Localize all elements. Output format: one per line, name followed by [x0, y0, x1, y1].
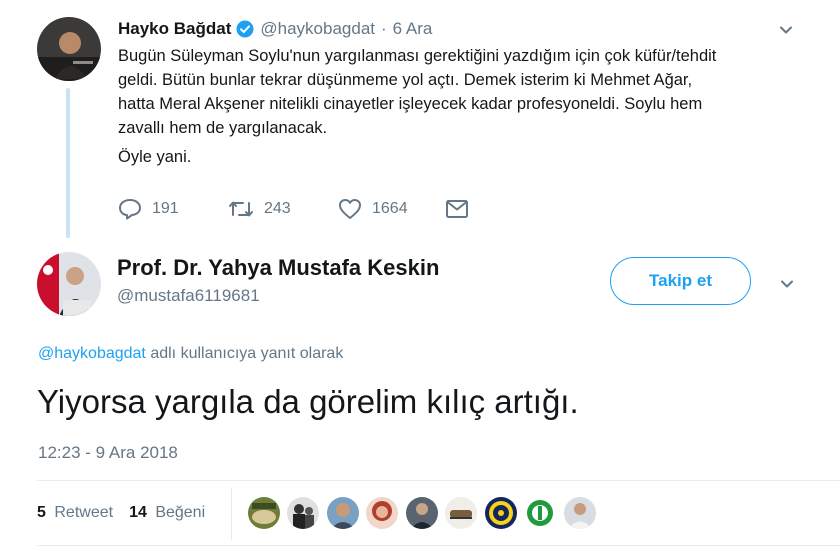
stats-divider: [231, 488, 232, 540]
like-stat-count: 14: [129, 504, 147, 521]
reply-count: 191: [152, 200, 179, 217]
parent-tweet-line: hatta Meral Akşener nitelikli cinayetler…: [118, 95, 703, 113]
follow-button[interactable]: Takip et: [610, 257, 751, 305]
liker-avatar[interactable]: [406, 497, 438, 529]
reply-action[interactable]: 191: [118, 198, 179, 220]
like-stat[interactable]: 14 Beğeni: [129, 504, 205, 522]
reply-author-avatar[interactable]: [37, 252, 101, 316]
tweet-stats: 5 Retweet 14 Beğeni: [37, 504, 205, 522]
liker-avatar[interactable]: [248, 497, 280, 529]
dm-action[interactable]: [445, 198, 469, 220]
retweet-stat-label: Retweet: [54, 504, 114, 521]
retweet-icon: [229, 201, 253, 217]
parent-tweet-date[interactable]: 6 Ara: [393, 19, 433, 39]
parent-tweet-line: geldi. Bütün bunlar tekrar düşünmeme yol…: [118, 71, 693, 89]
parent-author-avatar[interactable]: [37, 17, 101, 81]
replying-to-label: adlı kullanıcıya yanıt olarak: [145, 345, 344, 362]
heart-icon: [339, 199, 361, 219]
retweet-stat-count: 5: [37, 504, 46, 521]
parent-tweet-header: Hayko Bağdat @haykobagdat · 6 Ara: [118, 17, 432, 41]
parent-author-name[interactable]: Hayko Bağdat: [118, 19, 231, 39]
reply-author-name[interactable]: Prof. Dr. Yahya Mustafa Keskin: [117, 255, 439, 281]
reply-icon: [119, 199, 141, 220]
replying-to: @haykobagdat adlı kullanıcıya yanıt olar…: [38, 345, 343, 363]
parent-more-chevron-icon[interactable]: [779, 23, 793, 42]
divider-top: [37, 480, 840, 481]
like-count: 1664: [372, 200, 408, 217]
parent-tweet-line: zavallı hem de yargılanacak.: [118, 119, 328, 137]
like-action[interactable]: 1664: [338, 198, 408, 220]
parent-tweet-line: Bugün Süleyman Soylu'nun yargılanması ge…: [118, 47, 717, 65]
retweet-count: 243: [264, 200, 291, 217]
parent-tweet-line: Öyle yani.: [118, 148, 192, 166]
reply-tweet-text: Yiyorsa yargıla da görelim kılıç artığı.: [37, 383, 579, 420]
retweet-stat[interactable]: 5 Retweet: [37, 504, 113, 522]
retweet-action[interactable]: 243: [228, 198, 291, 220]
replying-to-handle[interactable]: @haykobagdat: [38, 345, 146, 362]
like-stat-label: Beğeni: [155, 504, 206, 521]
thread-line: [66, 88, 70, 238]
envelope-icon: [446, 200, 468, 218]
liker-avatar[interactable]: [564, 497, 596, 529]
liker-avatar[interactable]: [327, 497, 359, 529]
liker-avatar[interactable]: [485, 497, 517, 529]
header-separator: ·: [381, 19, 387, 38]
verified-badge-icon: [236, 20, 254, 38]
parent-action-bar: 191 243 1664: [118, 198, 478, 224]
liker-avatar[interactable]: [366, 497, 398, 529]
divider-bottom: [37, 545, 840, 546]
liker-avatar[interactable]: [524, 497, 556, 529]
reply-timestamp[interactable]: 12:23 - 9 Ara 2018: [38, 443, 178, 463]
parent-author-handle[interactable]: @haykobagdat: [260, 19, 375, 39]
parent-tweet-text: Bugün Süleyman Soylu'nun yargılanması ge…: [118, 44, 818, 169]
reply-more-chevron-icon[interactable]: [780, 277, 794, 296]
liker-avatar[interactable]: [287, 497, 319, 529]
reply-author-handle[interactable]: @mustafa6119681: [117, 286, 260, 306]
liker-avatar[interactable]: [445, 497, 477, 529]
